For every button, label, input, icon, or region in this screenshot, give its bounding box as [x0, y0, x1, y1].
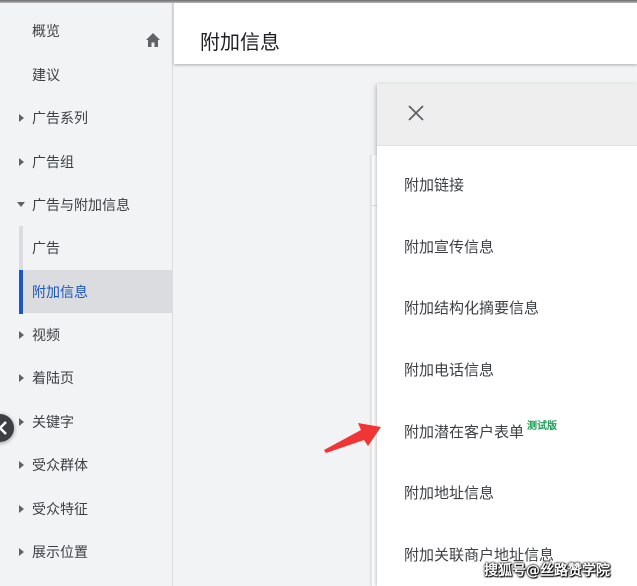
sidebar-item-label: 附加信息 — [32, 284, 88, 301]
sidebar-item-label: 广告与附加信息 — [32, 197, 130, 214]
sidebar-item-ad-groups[interactable]: 广告组 — [0, 140, 173, 183]
menu-item-label: 附加地址信息 — [404, 483, 495, 502]
sidebar: 概览 建议 广告系列 广告组 广告与附加信息 广告 附加信息 视频 着陆页 关键… — [0, 0, 173, 586]
sidebar-item-ads-and-extensions[interactable]: 广告与附加信息 — [0, 183, 173, 226]
window-top-edge — [0, 0, 637, 3]
panel-header — [377, 84, 637, 146]
home-icon[interactable] — [145, 32, 161, 48]
page-title: 附加信息 — [200, 30, 280, 54]
annotation-arrow-icon — [324, 423, 381, 453]
sidebar-item-recommendations[interactable]: 建议 — [0, 53, 173, 96]
menu-item-label: 附加结构化摘要信息 — [404, 298, 540, 317]
menu-item-structured-snippet[interactable]: 附加结构化摘要信息 — [377, 287, 637, 327]
menu-item-location[interactable]: 附加地址信息 — [377, 472, 637, 512]
sidebar-item-placements[interactable]: 展示位置 — [0, 530, 173, 573]
sidebar-item-label: 广告组 — [32, 154, 74, 171]
sidebar-item-ads[interactable]: 广告 — [0, 226, 173, 269]
chevron-left-icon — [0, 421, 7, 435]
extension-type-panel: 附加链接 附加宣传信息 附加结构化摘要信息 附加电话信息 附加潜在客户表单 测试版… — [377, 84, 637, 586]
menu-item-text: 附加潜在客户表单 — [404, 422, 525, 441]
caret-right-icon — [19, 460, 24, 469]
close-icon[interactable] — [405, 102, 427, 124]
sidebar-item-videos[interactable]: 视频 — [0, 313, 173, 356]
menu-item-callout[interactable]: 附加宣传信息 — [377, 226, 637, 266]
sidebar-item-label: 概览 — [32, 23, 60, 40]
sidebar-item-label: 展示位置 — [32, 544, 88, 561]
beta-badge: 测试版 — [527, 420, 558, 432]
sidebar-item-demographics[interactable]: 受众特征 — [0, 487, 173, 530]
sidebar-item-label: 关键字 — [32, 414, 74, 431]
menu-item-label: 附加链接 — [404, 175, 465, 194]
caret-right-icon — [19, 330, 24, 339]
caret-down-icon — [17, 202, 25, 207]
sidebar-item-keywords[interactable]: 关键字 — [0, 400, 173, 443]
menu-item-label: 附加潜在客户表单 测试版 — [404, 421, 557, 442]
watermark: 搜狐号@丝路赞学院 — [484, 563, 610, 579]
menu-item-label: 附加电话信息 — [404, 360, 495, 379]
sidebar-item-label: 受众特征 — [32, 501, 88, 518]
caret-right-icon — [19, 547, 24, 556]
caret-right-icon — [19, 113, 24, 122]
sidebar-item-campaigns[interactable]: 广告系列 — [0, 96, 173, 139]
sidebar-item-label: 广告系列 — [32, 110, 88, 127]
menu-item-lead-form[interactable]: 附加潜在客户表单 测试版 — [377, 411, 637, 451]
menu-item-label: 附加宣传信息 — [404, 237, 495, 256]
caret-right-icon — [19, 157, 24, 166]
active-indicator — [19, 270, 23, 314]
sidebar-item-overview[interactable]: 概览 — [0, 9, 173, 52]
sidebar-item-label: 广告 — [32, 240, 60, 257]
sidebar-item-audiences[interactable]: 受众群体 — [0, 443, 173, 486]
sidebar-item-extensions[interactable]: 附加信息 — [19, 270, 173, 313]
caret-right-icon — [19, 373, 24, 382]
menu-item-sitelink[interactable]: 附加链接 — [377, 164, 637, 204]
sidebar-item-label: 着陆页 — [32, 370, 74, 387]
caret-right-icon — [19, 417, 24, 426]
sidebar-item-label: 视频 — [32, 327, 60, 344]
sidebar-item-label: 受众群体 — [32, 457, 88, 474]
menu-item-call[interactable]: 附加电话信息 — [377, 349, 637, 389]
sidebar-item-label: 建议 — [32, 67, 60, 84]
caret-right-icon — [19, 504, 24, 513]
sidebar-item-landing-pages[interactable]: 着陆页 — [0, 356, 173, 399]
page-header: 附加信息 — [174, 0, 637, 64]
